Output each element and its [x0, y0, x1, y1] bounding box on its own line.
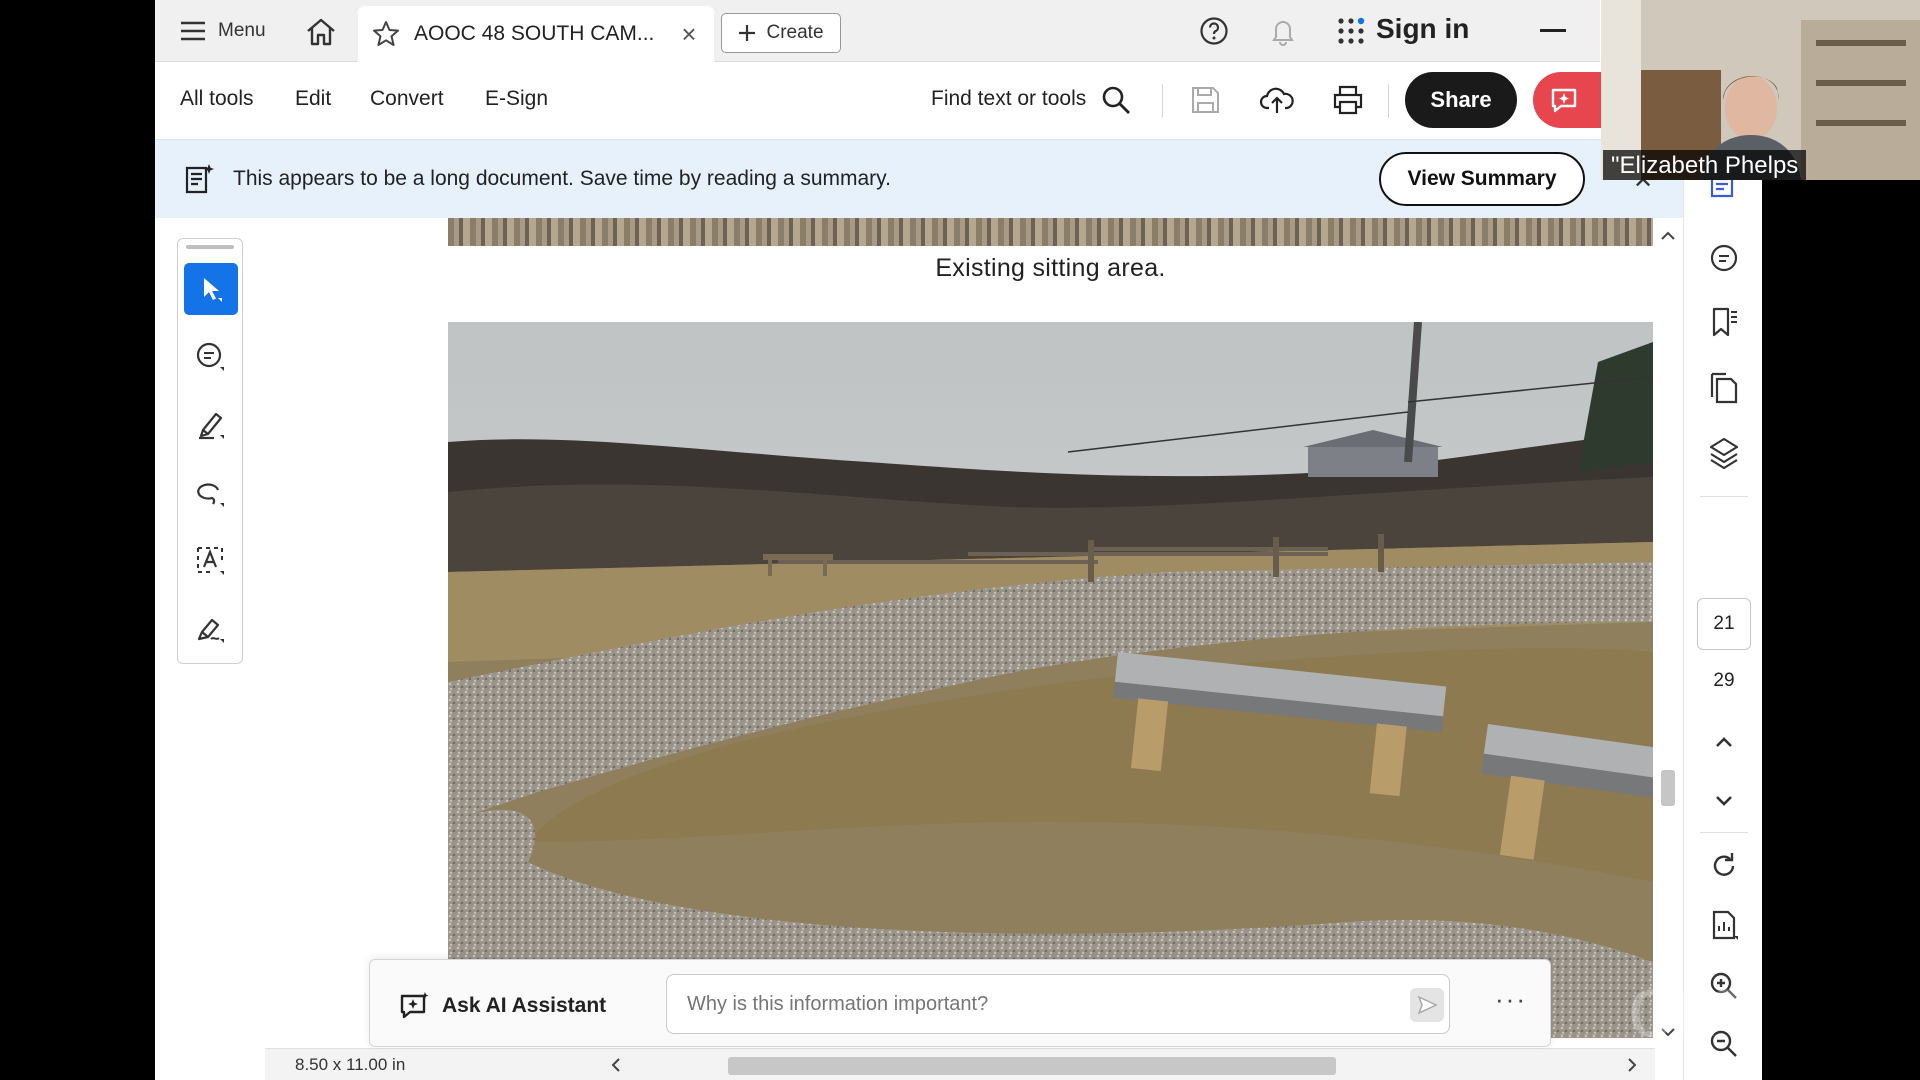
- close-tab-icon[interactable]: ×: [678, 21, 700, 47]
- home-icon[interactable]: [303, 14, 339, 50]
- scroll-right-icon[interactable]: [1626, 1057, 1638, 1073]
- total-pages: 29: [1713, 670, 1735, 691]
- cloud-upload-icon[interactable]: [1259, 82, 1295, 118]
- menu-label: Menu: [218, 20, 266, 41]
- esign-link[interactable]: E-Sign: [485, 87, 548, 111]
- rotate-icon[interactable]: [1706, 848, 1742, 884]
- main-toolbar: All tools Edit Convert E-Sign Find text …: [155, 62, 1762, 140]
- vertical-scrollbar[interactable]: [1653, 218, 1683, 1038]
- scroll-up-icon[interactable]: [1659, 230, 1677, 242]
- ask-ai-label: Ask AI Assistant: [442, 994, 607, 1017]
- toolbar-divider: [1162, 84, 1163, 118]
- edit-link[interactable]: Edit: [295, 87, 331, 111]
- status-bar: 8.50 x 11.00 in: [265, 1048, 1655, 1080]
- print-icon[interactable]: [1330, 82, 1366, 118]
- ask-ai-assistant-button[interactable]: Ask AI Assistant: [398, 990, 606, 1022]
- tab-title: AOOC 48 SOUTH CAM...: [414, 22, 655, 45]
- photo-illustration: [448, 322, 1653, 1038]
- save-icon[interactable]: [1187, 82, 1223, 118]
- pdf-page: Existing sitting area.: [448, 218, 1653, 1038]
- vertical-scroll-thumb[interactable]: [1661, 770, 1675, 806]
- ai-question-input[interactable]: [666, 974, 1450, 1034]
- zoom-watermark: om: [1628, 959, 1745, 1055]
- panel-grip[interactable]: [186, 245, 234, 249]
- tab-document[interactable]: AOOC 48 SOUTH CAM... ×: [358, 6, 714, 62]
- find-text-or-tools[interactable]: Find text or tools: [931, 87, 1086, 111]
- participant-name: "Elizabeth Phelps: [1603, 150, 1807, 180]
- lasso-draw-icon: [197, 483, 224, 507]
- banner-message: This appears to be a long document. Save…: [233, 167, 891, 190]
- layers-icon[interactable]: [1706, 435, 1742, 471]
- help-icon[interactable]: [1198, 15, 1230, 47]
- comment-tool[interactable]: [184, 331, 238, 383]
- create-label: Create: [766, 22, 824, 43]
- text-tool[interactable]: [184, 535, 238, 587]
- plus-icon: [739, 25, 756, 41]
- scroll-left-icon[interactable]: [610, 1057, 622, 1073]
- more-options-icon[interactable]: ···: [1495, 984, 1527, 1015]
- horizontal-scroll-thumb[interactable]: [728, 1057, 1336, 1075]
- bookmark-icon[interactable]: [1706, 304, 1742, 340]
- signature-pen-icon: [197, 618, 224, 643]
- minimize-icon[interactable]: [1540, 29, 1566, 32]
- ai-sparkle-icon: [1551, 88, 1577, 113]
- cursor-arrow-icon: [204, 278, 222, 302]
- photo-caption: Existing sitting area.: [935, 254, 1166, 282]
- bell-icon[interactable]: [1267, 15, 1299, 47]
- tab-bar: Menu AOOC 48 SOUTH CAM... × Create Sign …: [155, 0, 1600, 62]
- page-display-icon[interactable]: [1706, 907, 1742, 943]
- document-summary-icon: [185, 164, 214, 194]
- webcam-thumbnail: "Elizabeth Phelps: [1601, 0, 1920, 180]
- quick-tools-panel: [177, 238, 243, 664]
- toolbar-divider: [1388, 84, 1389, 118]
- draw-tool[interactable]: [184, 467, 238, 519]
- screen: Menu AOOC 48 SOUTH CAM... × Create Sign …: [0, 0, 1920, 1080]
- ai-chat-icon: [400, 992, 429, 1019]
- menu-button[interactable]: Menu: [180, 15, 266, 47]
- summary-banner: This appears to be a long document. Save…: [155, 140, 1683, 218]
- right-rail: 21 29: [1683, 140, 1762, 1080]
- send-button[interactable]: [1410, 988, 1444, 1022]
- star-icon[interactable]: [372, 20, 400, 48]
- acrobat-window: Menu AOOC 48 SOUTH CAM... × Create Sign …: [155, 0, 1762, 1080]
- previous-photo-bottom: [448, 218, 1653, 246]
- document-viewport: Existing sitting area. 8.50 x 11.00 in A…: [155, 218, 1683, 1080]
- previous-page-icon[interactable]: [1706, 725, 1742, 761]
- share-button[interactable]: Share: [1405, 72, 1517, 128]
- search-icon[interactable]: [1100, 84, 1132, 116]
- current-page-input[interactable]: 21: [1697, 598, 1751, 650]
- hamburger-icon: [181, 21, 205, 41]
- select-tool[interactable]: [184, 263, 238, 315]
- rail-divider: [1700, 496, 1748, 497]
- rail-divider: [1700, 832, 1748, 833]
- convert-link[interactable]: Convert: [370, 87, 444, 111]
- apps-grid-icon[interactable]: [1335, 15, 1367, 47]
- view-summary-button[interactable]: View Summary: [1379, 152, 1585, 206]
- pen-highlight-icon: [199, 412, 224, 440]
- create-button[interactable]: Create: [721, 13, 841, 53]
- comments-panel-icon[interactable]: [1706, 240, 1742, 276]
- highlight-tool[interactable]: [184, 399, 238, 451]
- pages-thumbnail-icon[interactable]: [1706, 370, 1742, 406]
- sitting-area-photo: [448, 322, 1653, 1038]
- page-size-label: 8.50 x 11.00 in: [295, 1055, 406, 1074]
- send-icon: [1417, 995, 1438, 1015]
- all-tools-link[interactable]: All tools: [180, 87, 254, 111]
- next-page-icon[interactable]: [1706, 782, 1742, 818]
- text-box-icon: [197, 547, 224, 575]
- sign-tool[interactable]: [184, 603, 238, 655]
- sign-in-button[interactable]: Sign in: [1376, 13, 1469, 45]
- comment-icon: [196, 342, 224, 371]
- ai-assistant-bar: Ask AI Assistant ···: [369, 959, 1551, 1047]
